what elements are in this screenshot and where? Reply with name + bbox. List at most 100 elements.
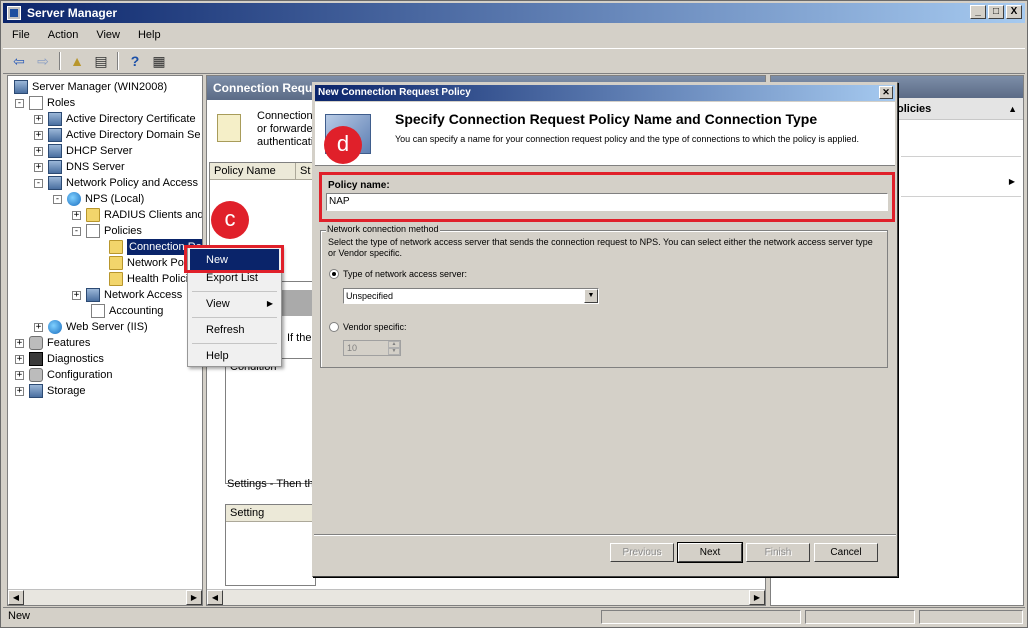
maximize-button[interactable]: □: [988, 5, 1004, 19]
menu-bar: File Action View Help: [3, 26, 170, 46]
tree-node-adcs[interactable]: + Active Directory Certificate: [34, 111, 196, 127]
expand-icon[interactable]: +: [15, 338, 24, 348]
policies-icon: [86, 224, 100, 238]
nas-type-select[interactable]: Unspecified ▼: [343, 288, 599, 304]
menu-view[interactable]: View: [87, 26, 129, 46]
menu-action[interactable]: Action: [39, 26, 88, 46]
stepper-down-icon: ▼: [388, 348, 400, 355]
dialog-title: New Connection Request Policy: [318, 87, 471, 98]
forward-icon[interactable]: ⇨: [33, 52, 53, 70]
close-button[interactable]: X: [1006, 5, 1022, 19]
scroll-right-icon[interactable]: ▶: [749, 590, 765, 605]
tree-node-root[interactable]: Server Manager (WIN2008): [14, 79, 167, 95]
collapse-icon[interactable]: -: [34, 178, 43, 188]
context-menu-view-label: View: [206, 298, 230, 310]
actions-divider: [901, 156, 1021, 157]
tree-node-network-policies[interactable]: Network Poli: [109, 255, 189, 271]
tree-node-adds[interactable]: + Active Directory Domain Se: [34, 127, 201, 143]
configuration-icon: [29, 368, 43, 382]
status-text: New: [8, 610, 31, 622]
column-header-policy-name[interactable]: Policy Name: [210, 163, 296, 180]
features-icon: [29, 336, 43, 350]
dialog-titlebar: New Connection Request Policy ✕: [315, 85, 895, 101]
expand-icon[interactable]: +: [34, 146, 43, 156]
roles-icon: [29, 96, 43, 110]
show-hide-icon[interactable]: ▤: [91, 52, 111, 70]
nas-type-value: Unspecified: [346, 291, 394, 301]
expand-icon[interactable]: +: [72, 290, 81, 300]
scroll-left-icon[interactable]: ◀: [8, 590, 24, 605]
tree-node-web-server[interactable]: + Web Server (IIS): [34, 319, 148, 335]
back-icon[interactable]: ⇦: [9, 52, 29, 70]
network-access-icon: [86, 288, 100, 302]
previous-button[interactable]: Previous: [610, 543, 674, 562]
toolbar: ⇦ ⇨ ▲ ▤ ? ▦: [3, 48, 1025, 74]
tree-node-network-policy[interactable]: - Network Policy and Access: [34, 175, 198, 191]
tree-node-roles[interactable]: - Roles: [15, 95, 75, 111]
collapse-icon[interactable]: -: [72, 226, 81, 236]
cancel-button[interactable]: Cancel: [814, 543, 878, 562]
context-menu-view[interactable]: View ▶: [190, 293, 279, 315]
expand-icon[interactable]: +: [72, 210, 81, 220]
properties-icon[interactable]: ▦: [149, 52, 169, 70]
radio-type-of-nas[interactable]: [329, 269, 339, 279]
expand-icon[interactable]: +: [15, 386, 24, 396]
network-policy-icon: [48, 176, 62, 190]
toolbar-separator: [117, 52, 119, 70]
vendor-value: 10: [347, 343, 358, 353]
expand-icon[interactable]: +: [15, 370, 24, 380]
help-icon[interactable]: ?: [125, 52, 145, 70]
tree-node-health-policies[interactable]: Health Policie: [109, 271, 194, 287]
tree-node-radius[interactable]: + RADIUS Clients and: [72, 207, 202, 223]
tree-horizontal-scrollbar[interactable]: ◀ ▶: [8, 589, 202, 605]
submenu-arrow-icon[interactable]: ▶: [1009, 177, 1015, 186]
radio-vendor-specific[interactable]: [329, 322, 339, 332]
web-server-icon: [48, 320, 62, 334]
annotation-badge-d: d: [324, 126, 362, 164]
expand-icon[interactable]: +: [34, 162, 43, 172]
up-icon[interactable]: ▲: [67, 52, 87, 70]
radio-vendor-specific-label[interactable]: Vendor specific:: [343, 322, 407, 332]
tree-node-nps-local[interactable]: - NPS (Local): [53, 191, 144, 207]
status-pane: [601, 610, 801, 624]
expand-icon[interactable]: +: [15, 354, 24, 364]
status-pane: [919, 610, 1023, 624]
minimize-button[interactable]: _: [970, 5, 986, 19]
context-menu-help[interactable]: Help: [190, 345, 279, 367]
scroll-left-icon[interactable]: ◀: [207, 590, 223, 605]
menu-help[interactable]: Help: [129, 26, 170, 46]
expand-icon[interactable]: +: [34, 130, 43, 140]
collapse-icon[interactable]: -: [15, 98, 24, 108]
status-bar: New: [3, 607, 1025, 625]
scroll-right-icon[interactable]: ▶: [186, 590, 202, 605]
tree-node-accounting[interactable]: Accounting: [91, 303, 163, 319]
tree-node-dns[interactable]: + DNS Server: [34, 159, 125, 175]
tree-node-policies[interactable]: - Policies: [72, 223, 142, 239]
submenu-arrow-icon: ▶: [266, 299, 273, 308]
radio-type-of-nas-label[interactable]: Type of network access server:: [343, 269, 467, 279]
context-menu-refresh[interactable]: Refresh: [190, 319, 279, 341]
tree-node-diagnostics[interactable]: + Diagnostics: [15, 351, 104, 367]
results-horizontal-scrollbar[interactable]: ◀ ▶: [207, 589, 765, 605]
tree-node-dhcp[interactable]: + DHCP Server: [34, 143, 132, 159]
expand-icon[interactable]: +: [34, 322, 43, 332]
server-manager-icon: [7, 6, 21, 20]
chevron-down-icon[interactable]: ▼: [584, 289, 598, 303]
expand-icon[interactable]: +: [34, 114, 43, 124]
collapse-up-icon[interactable]: ▲: [1008, 98, 1017, 120]
finish-button[interactable]: Finish: [746, 543, 810, 562]
window-titlebar: Server Manager _ □ X: [3, 3, 1025, 23]
dns-icon: [48, 160, 62, 174]
folder-open-icon: [109, 240, 123, 254]
tree-node-configuration[interactable]: + Configuration: [15, 367, 112, 383]
collapse-icon[interactable]: -: [53, 194, 62, 204]
next-button[interactable]: Next: [677, 542, 743, 563]
tree-node-storage[interactable]: + Storage: [15, 383, 86, 399]
tree-node-network-access[interactable]: + Network Access: [72, 287, 182, 303]
accounting-icon: [91, 304, 105, 318]
dialog-close-button[interactable]: ✕: [879, 86, 893, 99]
console-tree: Server Manager (WIN2008) - Roles + Activ…: [7, 75, 203, 606]
tree-node-features[interactable]: + Features: [15, 335, 90, 351]
vendor-specific-stepper: 10 ▲ ▼: [343, 340, 401, 356]
menu-file[interactable]: File: [3, 26, 39, 46]
